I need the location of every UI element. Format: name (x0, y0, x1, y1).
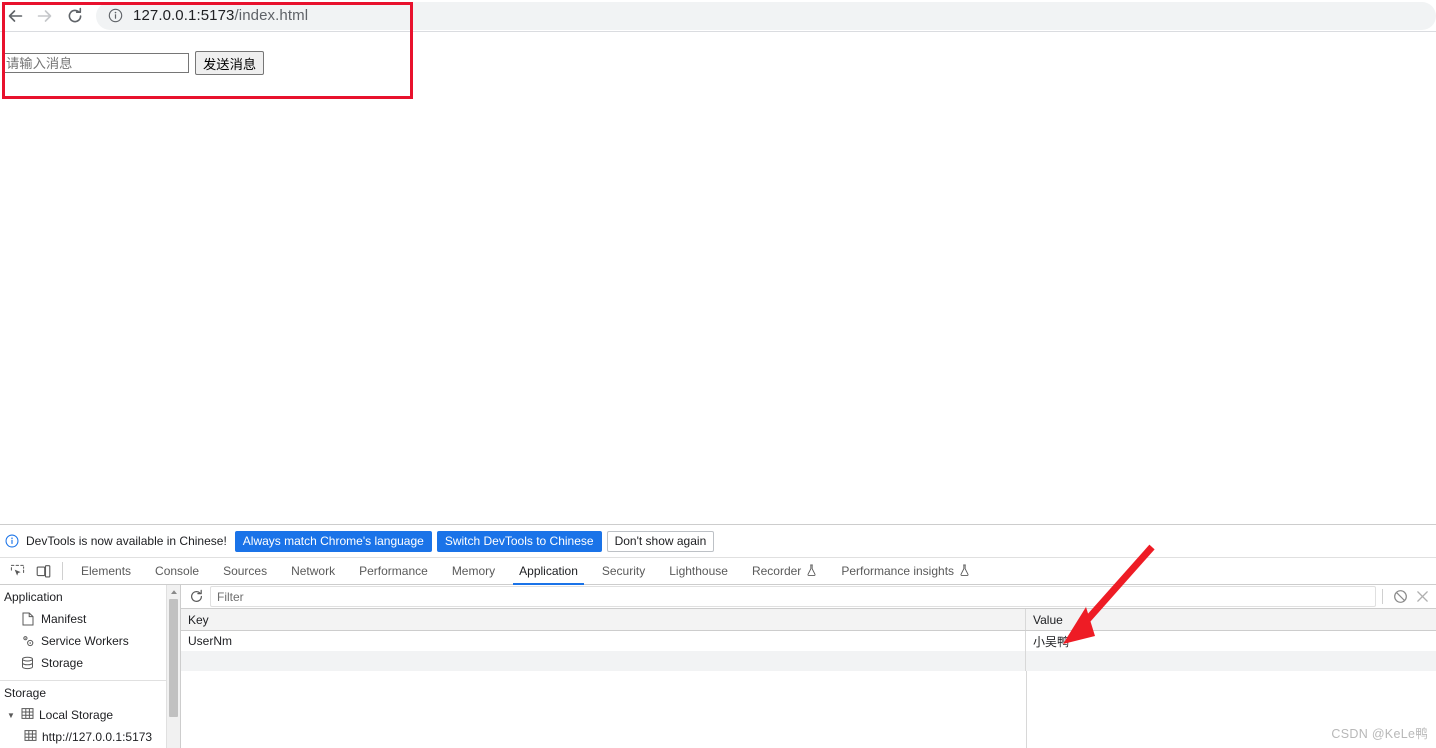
screenshot-root: 127.0.0.1:5173/index.html 发送消息 DevTools … (0, 0, 1436, 748)
tab-memory[interactable]: Memory (440, 558, 507, 584)
refresh-icon[interactable] (184, 586, 208, 607)
cell-value-empty[interactable] (1026, 651, 1436, 671)
scrollbar-thumb[interactable] (169, 599, 178, 717)
dont-show-again-button[interactable]: Don't show again (606, 530, 715, 552)
info-circle-icon[interactable] (108, 8, 123, 23)
sidebar-item-label: Storage (41, 656, 84, 670)
message-input[interactable] (3, 53, 189, 73)
tab-label: Application (519, 564, 578, 578)
tab-label: Performance (359, 564, 428, 578)
storage-filter-bar (181, 585, 1436, 609)
document-icon (20, 612, 35, 626)
scroll-up-arrow-icon[interactable] (167, 585, 180, 599)
clear-all-icon[interactable] (1389, 586, 1411, 607)
tab-label: Sources (223, 564, 268, 578)
tab-label: Recorder (751, 564, 802, 578)
storage-main-panel: Key Value UserNm 小吴鸭 (181, 585, 1436, 748)
sidebar-item-local-storage-origin[interactable]: http://127.0.0.1:5173 (0, 726, 180, 748)
tab-label: Network (291, 564, 336, 578)
tabbar-divider (62, 562, 63, 580)
notice-text: DevTools is now available in Chinese! (26, 534, 227, 548)
tab-label: Memory (451, 564, 496, 578)
sidebar-item-label: http://127.0.0.1:5173 (42, 730, 153, 744)
table-empty-key-column (181, 671, 1027, 748)
tab-label: Lighthouse (669, 564, 728, 578)
column-header-value[interactable]: Value (1026, 609, 1436, 630)
flask-icon (806, 564, 817, 579)
browser-toolbar: 127.0.0.1:5173/index.html (0, 0, 1436, 31)
sidebar-item-label: Manifest (41, 612, 87, 626)
info-circle-icon (5, 534, 19, 548)
tab-sources[interactable]: Sources (211, 558, 279, 584)
table-row-empty[interactable] (181, 651, 1436, 671)
inspect-element-icon[interactable] (4, 559, 30, 583)
local-storage-table: Key Value UserNm 小吴鸭 (181, 609, 1436, 748)
tab-performance-insights[interactable]: Performance insights (829, 558, 982, 584)
application-sidebar: Application Manifest Service Workers Sto… (0, 585, 181, 748)
sidebar-item-storage[interactable]: Storage (0, 652, 180, 674)
sidebar-section-application: Application (4, 590, 63, 604)
tab-label: Performance insights (841, 564, 955, 578)
column-header-key[interactable]: Key (181, 609, 1026, 630)
filter-bar-divider (1382, 589, 1383, 604)
tab-label: Security (601, 564, 646, 578)
address-bar[interactable]: 127.0.0.1:5173/index.html (96, 1, 1436, 30)
page-viewport: 发送消息 (0, 32, 1436, 524)
cell-value[interactable]: 小吴鸭 (1026, 631, 1436, 651)
table-empty-value-column (1027, 671, 1436, 748)
devtools-tool-icons (0, 558, 60, 584)
switch-to-chinese-button[interactable]: Switch DevTools to Chinese (436, 530, 602, 552)
tab-elements[interactable]: Elements (69, 558, 143, 584)
reload-icon[interactable] (60, 1, 90, 31)
sidebar-section-storage: Storage (4, 686, 47, 700)
table-icon (24, 729, 37, 745)
table-header-row: Key Value (181, 609, 1436, 631)
cell-key-empty[interactable] (181, 651, 1026, 671)
always-match-language-button[interactable]: Always match Chrome's language (234, 530, 432, 552)
sidebar-item-manifest[interactable]: Manifest (0, 608, 180, 630)
cell-key[interactable]: UserNm (181, 631, 1026, 651)
forward-icon (30, 1, 60, 31)
tab-label: Console (155, 564, 200, 578)
tab-label: Elements (81, 564, 132, 578)
tab-network[interactable]: Network (279, 558, 347, 584)
devtools-language-notice: DevTools is now available in Chinese! Al… (0, 525, 1436, 558)
tab-application[interactable]: Application (507, 558, 590, 585)
table-empty-area (181, 671, 1436, 748)
gears-icon (20, 634, 35, 648)
devtools-panel: DevTools is now available in Chinese! Al… (0, 524, 1436, 748)
flask-icon (959, 564, 970, 579)
send-message-button[interactable]: 发送消息 (195, 51, 265, 75)
table-row[interactable]: UserNm 小吴鸭 (181, 631, 1436, 651)
device-toolbar-icon[interactable] (30, 559, 56, 583)
caret-down-icon[interactable]: ▼ (6, 711, 16, 720)
url-text: 127.0.0.1:5173/index.html (133, 7, 308, 24)
sidebar-item-local-storage[interactable]: ▼ Local Storage (0, 704, 180, 726)
url-path: /index.html (234, 7, 309, 24)
sidebar-item-label: Service Workers (41, 634, 129, 648)
devtools-tabbar: Elements Console Sources Network Perform… (0, 558, 1436, 585)
tab-recorder[interactable]: Recorder (740, 558, 829, 584)
filter-input[interactable] (210, 586, 1376, 607)
table-icon (21, 707, 34, 723)
delete-icon[interactable] (1411, 586, 1433, 607)
devtools-body: Application Manifest Service Workers Sto… (0, 585, 1436, 748)
sidebar-item-label: Local Storage (39, 708, 114, 722)
url-host: 127.0.0.1:5173 (133, 7, 235, 24)
tab-security[interactable]: Security (590, 558, 657, 584)
sidebar-item-service-workers[interactable]: Service Workers (0, 630, 180, 652)
sidebar-scrollbar[interactable] (166, 585, 180, 748)
tab-performance[interactable]: Performance (347, 558, 440, 584)
tab-console[interactable]: Console (143, 558, 211, 584)
tab-lighthouse[interactable]: Lighthouse (657, 558, 740, 584)
database-icon (20, 656, 35, 670)
back-icon[interactable] (0, 1, 30, 31)
